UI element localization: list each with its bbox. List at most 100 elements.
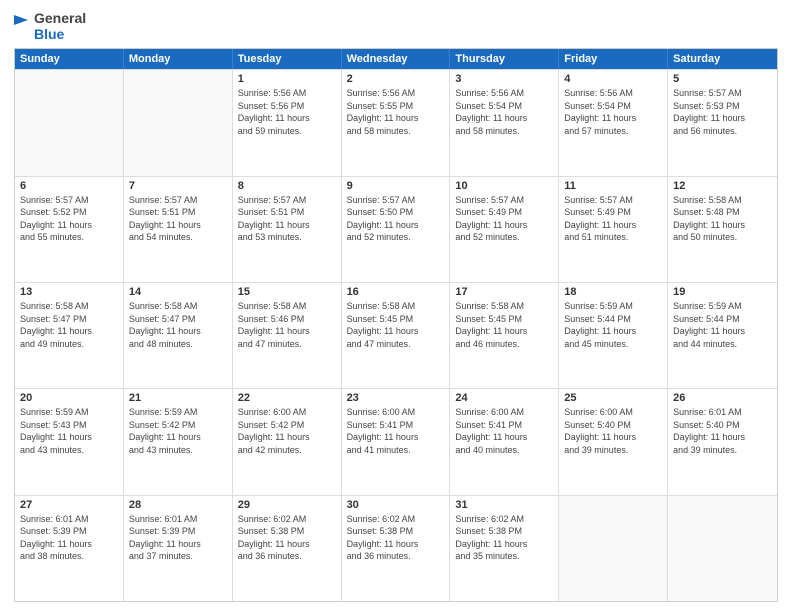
calendar-cell: 12 Sunrise: 5:58 AM Sunset: 5:48 PM Dayli… [668,177,777,282]
cell-info: Sunrise: 6:00 AM Sunset: 5:40 PM Dayligh… [564,406,662,456]
calendar-cell: 23 Sunrise: 6:00 AM Sunset: 5:41 PM Dayli… [342,389,451,494]
cell-day-number: 6 [20,180,118,192]
calendar-cell: 15 Sunrise: 5:58 AM Sunset: 5:46 PM Dayli… [233,283,342,388]
calendar-cell: 13 Sunrise: 5:58 AM Sunset: 5:47 PM Dayli… [15,283,124,388]
cell-day-number: 26 [673,392,772,404]
cell-info: Sunrise: 6:00 AM Sunset: 5:41 PM Dayligh… [347,406,445,456]
cell-info: Sunrise: 5:57 AM Sunset: 5:50 PM Dayligh… [347,194,445,244]
weekday-header-sunday: Sunday [15,49,124,69]
calendar-cell: 20 Sunrise: 5:59 AM Sunset: 5:43 PM Dayli… [15,389,124,494]
calendar-cell [124,70,233,175]
calendar-cell: 29 Sunrise: 6:02 AM Sunset: 5:38 PM Dayli… [233,496,342,601]
calendar-cell: 21Sunrise: 5:59 AM Sunset: 5:42 PM Dayli… [124,389,233,494]
cell-day-number: 16 [347,286,445,298]
cell-day-number: 25 [564,392,662,404]
cell-info: Sunrise: 5:57 AM Sunset: 5:51 PM Dayligh… [238,194,336,244]
cell-info: Sunrise: 5:59 AM Sunset: 5:44 PM Dayligh… [673,300,772,350]
cell-info: Sunrise: 6:02 AM Sunset: 5:38 PM Dayligh… [347,513,445,563]
calendar-cell: 14Sunrise: 5:58 AM Sunset: 5:47 PM Dayli… [124,283,233,388]
cell-day-number: 10 [455,180,553,192]
cell-info: Sunrise: 5:56 AM Sunset: 5:54 PM Dayligh… [455,87,553,137]
weekday-header-saturday: Saturday [668,49,777,69]
cell-info: Sunrise: 6:00 AM Sunset: 5:42 PM Dayligh… [238,406,336,456]
cell-info: Sunrise: 5:59 AM Sunset: 5:42 PM Dayligh… [129,406,227,456]
cell-info: Sunrise: 6:02 AM Sunset: 5:38 PM Dayligh… [455,513,553,563]
cell-day-number: 15 [238,286,336,298]
calendar-row-5: 27 Sunrise: 6:01 AM Sunset: 5:39 PM Dayli… [15,495,777,601]
cell-day-number: 1 [238,73,336,85]
calendar-cell: 8 Sunrise: 5:57 AM Sunset: 5:51 PM Daylig… [233,177,342,282]
calendar-cell: 5Sunrise: 5:57 AM Sunset: 5:53 PM Daylig… [668,70,777,175]
cell-day-number: 20 [20,392,118,404]
cell-day-number: 23 [347,392,445,404]
calendar-cell: 11Sunrise: 5:57 AM Sunset: 5:49 PM Dayli… [559,177,668,282]
calendar-cell: 4 Sunrise: 5:56 AM Sunset: 5:54 PM Daylig… [559,70,668,175]
cell-info: Sunrise: 5:59 AM Sunset: 5:44 PM Dayligh… [564,300,662,350]
calendar-cell: 16 Sunrise: 5:58 AM Sunset: 5:45 PM Dayli… [342,283,451,388]
cell-info: Sunrise: 5:58 AM Sunset: 5:48 PM Dayligh… [673,194,772,244]
logo-general-label: General [34,10,86,26]
cell-info: Sunrise: 5:56 AM Sunset: 5:55 PM Dayligh… [347,87,445,137]
cell-info: Sunrise: 5:58 AM Sunset: 5:47 PM Dayligh… [129,300,227,350]
calendar-cell: 9 Sunrise: 5:57 AM Sunset: 5:50 PM Daylig… [342,177,451,282]
cell-day-number: 7 [129,180,227,192]
cell-day-number: 29 [238,499,336,511]
weekday-header-tuesday: Tuesday [233,49,342,69]
cell-day-number: 12 [673,180,772,192]
weekday-header-monday: Monday [124,49,233,69]
cell-day-number: 8 [238,180,336,192]
calendar-cell [15,70,124,175]
cell-info: Sunrise: 5:58 AM Sunset: 5:46 PM Dayligh… [238,300,336,350]
cell-info: Sunrise: 5:59 AM Sunset: 5:43 PM Dayligh… [20,406,118,456]
logo-blue-label: Blue [34,26,86,42]
cell-info: Sunrise: 5:57 AM Sunset: 5:51 PM Dayligh… [129,194,227,244]
cell-day-number: 30 [347,499,445,511]
calendar-cell: 17 Sunrise: 5:58 AM Sunset: 5:45 PM Dayli… [450,283,559,388]
calendar-cell: 27 Sunrise: 6:01 AM Sunset: 5:39 PM Dayli… [15,496,124,601]
calendar-cell: 7 Sunrise: 5:57 AM Sunset: 5:51 PM Daylig… [124,177,233,282]
calendar-body: 1Sunrise: 5:56 AM Sunset: 5:56 PM Daylig… [15,69,777,601]
calendar-row-1: 1Sunrise: 5:56 AM Sunset: 5:56 PM Daylig… [15,69,777,175]
cell-info: Sunrise: 5:57 AM Sunset: 5:52 PM Dayligh… [20,194,118,244]
cell-day-number: 19 [673,286,772,298]
calendar-cell: 10 Sunrise: 5:57 AM Sunset: 5:49 PM Dayli… [450,177,559,282]
cell-day-number: 27 [20,499,118,511]
cell-day-number: 28 [129,499,227,511]
cell-day-number: 22 [238,392,336,404]
weekday-header-friday: Friday [559,49,668,69]
calendar-cell: 24Sunrise: 6:00 AM Sunset: 5:41 PM Dayli… [450,389,559,494]
cell-info: Sunrise: 5:57 AM Sunset: 5:49 PM Dayligh… [455,194,553,244]
cell-day-number: 4 [564,73,662,85]
cell-info: Sunrise: 6:01 AM Sunset: 5:40 PM Dayligh… [673,406,772,456]
calendar-cell: 26 Sunrise: 6:01 AM Sunset: 5:40 PM Dayli… [668,389,777,494]
cell-info: Sunrise: 5:58 AM Sunset: 5:47 PM Dayligh… [20,300,118,350]
calendar-header: SundayMondayTuesdayWednesdayThursdayFrid… [15,49,777,69]
calendar-cell: 22 Sunrise: 6:00 AM Sunset: 5:42 PM Dayli… [233,389,342,494]
calendar-cell: 6 Sunrise: 5:57 AM Sunset: 5:52 PM Daylig… [15,177,124,282]
cell-day-number: 9 [347,180,445,192]
cell-info: Sunrise: 6:01 AM Sunset: 5:39 PM Dayligh… [20,513,118,563]
calendar-cell: 3 Sunrise: 5:56 AM Sunset: 5:54 PM Daylig… [450,70,559,175]
cell-info: Sunrise: 6:01 AM Sunset: 5:39 PM Dayligh… [129,513,227,563]
calendar-cell: 19 Sunrise: 5:59 AM Sunset: 5:44 PM Dayli… [668,283,777,388]
calendar-cell: 25 Sunrise: 6:00 AM Sunset: 5:40 PM Dayli… [559,389,668,494]
cell-day-number: 3 [455,73,553,85]
calendar-cell: 2 Sunrise: 5:56 AM Sunset: 5:55 PM Daylig… [342,70,451,175]
calendar-cell: 30 Sunrise: 6:02 AM Sunset: 5:38 PM Dayli… [342,496,451,601]
calendar-cell: 28 Sunrise: 6:01 AM Sunset: 5:39 PM Dayli… [124,496,233,601]
cell-day-number: 17 [455,286,553,298]
cell-info: Sunrise: 6:02 AM Sunset: 5:38 PM Dayligh… [238,513,336,563]
cell-info: Sunrise: 5:58 AM Sunset: 5:45 PM Dayligh… [455,300,553,350]
weekday-header-thursday: Thursday [450,49,559,69]
cell-info: Sunrise: 5:56 AM Sunset: 5:54 PM Dayligh… [564,87,662,137]
cell-day-number: 2 [347,73,445,85]
calendar-cell [559,496,668,601]
cell-info: Sunrise: 5:58 AM Sunset: 5:45 PM Dayligh… [347,300,445,350]
calendar-cell: 1Sunrise: 5:56 AM Sunset: 5:56 PM Daylig… [233,70,342,175]
cell-day-number: 13 [20,286,118,298]
weekday-header-wednesday: Wednesday [342,49,451,69]
cell-info: Sunrise: 5:57 AM Sunset: 5:49 PM Dayligh… [564,194,662,244]
logo: GeneralBlue [14,10,86,42]
calendar-cell: 18Sunrise: 5:59 AM Sunset: 5:44 PM Dayli… [559,283,668,388]
calendar-row-2: 6 Sunrise: 5:57 AM Sunset: 5:52 PM Daylig… [15,176,777,282]
